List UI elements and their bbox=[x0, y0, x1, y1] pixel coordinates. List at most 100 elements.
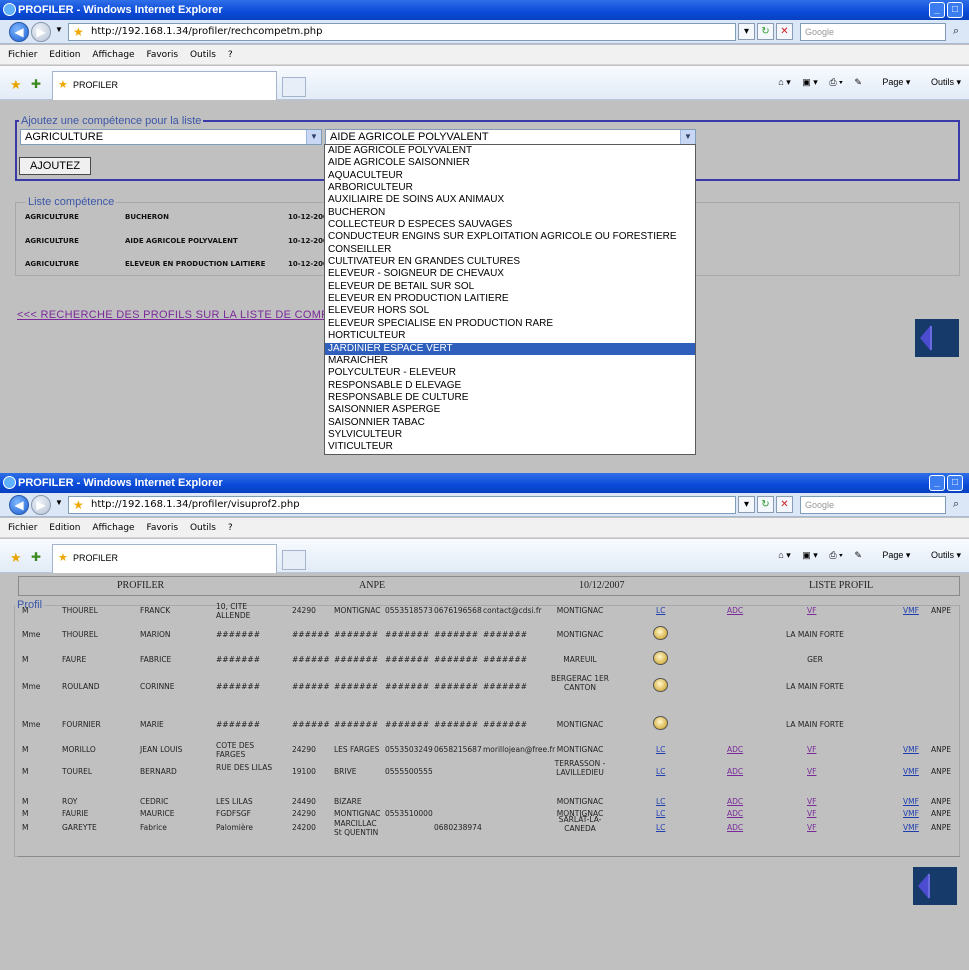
chevron-down-icon[interactable]: ▼ bbox=[306, 130, 321, 144]
dropdown-option[interactable]: AUXILIAIRE DE SOINS AUX ANIMAUX bbox=[325, 194, 695, 206]
tab-profiler[interactable]: ★ PROFILER bbox=[52, 544, 277, 573]
tools-menu[interactable]: Outils ▾ bbox=[922, 77, 961, 87]
dropdown-option[interactable]: HORTICULTEUR bbox=[325, 330, 695, 342]
research-icon[interactable]: ✎ bbox=[854, 77, 862, 87]
new-tab-button[interactable] bbox=[282, 77, 306, 97]
dropdown-option[interactable]: CONSEILLER bbox=[325, 244, 695, 256]
dropdown-option[interactable]: ARBORICULTEUR bbox=[325, 182, 695, 194]
back-arrow-button[interactable] bbox=[915, 319, 959, 357]
vf-link[interactable]: VF bbox=[807, 767, 816, 776]
menu-favoris[interactable]: Favoris bbox=[146, 523, 178, 533]
dropdown-option[interactable]: POLYCULTEUR - ELEVEUR bbox=[325, 367, 695, 379]
dropdown-option[interactable]: BUCHERON bbox=[325, 207, 695, 219]
lc-link[interactable]: LC bbox=[656, 767, 665, 776]
tab-profiler[interactable]: ★ PROFILER bbox=[52, 71, 277, 100]
minimize-button[interactable]: _ bbox=[929, 475, 945, 491]
dropdown-option[interactable]: AIDE AGRICOLE SAISONNIER bbox=[325, 157, 695, 169]
url-dropdown-button[interactable]: ▾ bbox=[738, 23, 755, 40]
vf-link[interactable]: VF bbox=[807, 823, 816, 832]
page-menu[interactable]: Page ▾ bbox=[873, 77, 910, 87]
dropdown-option[interactable]: ELEVEUR DE BETAIL SUR SOL bbox=[325, 281, 695, 293]
menu-edition[interactable]: Edition bbox=[49, 523, 80, 533]
message-icon[interactable] bbox=[653, 651, 668, 665]
vmf-link[interactable]: VMF bbox=[903, 745, 919, 754]
menu-fichier[interactable]: Fichier bbox=[8, 523, 37, 533]
maximize-button[interactable]: □ bbox=[947, 2, 963, 18]
lc-link[interactable]: LC bbox=[656, 745, 665, 754]
print-icon[interactable]: ⎙ ▾ bbox=[829, 77, 842, 87]
back-button[interactable]: ◀ bbox=[9, 495, 29, 515]
vf-link[interactable]: VF bbox=[807, 797, 816, 806]
history-dropdown-icon[interactable]: ▼ bbox=[55, 498, 63, 507]
adc-link[interactable]: ADC bbox=[727, 767, 743, 776]
forward-button[interactable]: ▶ bbox=[31, 495, 51, 515]
adc-link[interactable]: ADC bbox=[727, 797, 743, 806]
vf-link[interactable]: VF bbox=[807, 809, 816, 818]
menu-edition[interactable]: Edition bbox=[49, 50, 80, 60]
maximize-button[interactable]: □ bbox=[947, 475, 963, 491]
vf-link[interactable]: VF bbox=[807, 606, 816, 615]
print-icon[interactable]: ⎙ ▾ bbox=[829, 550, 842, 560]
add-favorites-icon[interactable]: ✚ bbox=[31, 550, 41, 564]
search-icon[interactable]: ⌕ bbox=[953, 25, 959, 38]
dropdown-option[interactable]: MARAICHER bbox=[325, 355, 695, 367]
metier-dropdown-list[interactable]: AIDE AGRICOLE POLYVALENT AIDE AGRICOLE SA… bbox=[324, 144, 696, 455]
feeds-icon[interactable]: ▣ ▾ bbox=[802, 550, 818, 560]
metier-select[interactable]: AIDE AGRICOLE POLYVALENT ▼ bbox=[325, 129, 696, 145]
research-icon[interactable]: ✎ bbox=[854, 550, 862, 560]
dropdown-option[interactable]: VITICULTEUR bbox=[325, 441, 695, 453]
dropdown-option[interactable]: AQUACULTEUR bbox=[325, 170, 695, 182]
menu-help[interactable]: ? bbox=[228, 523, 233, 533]
menu-affichage[interactable]: Affichage bbox=[92, 50, 134, 60]
chevron-down-icon[interactable]: ▼ bbox=[680, 130, 695, 144]
history-dropdown-icon[interactable]: ▼ bbox=[55, 25, 63, 34]
vmf-link[interactable]: VMF bbox=[903, 797, 919, 806]
dropdown-option[interactable]: SYLVICULTEUR bbox=[325, 429, 695, 441]
dropdown-option[interactable]: RESPONSABLE DE CULTURE bbox=[325, 392, 695, 404]
dropdown-option[interactable]: CONDUCTEUR ENGINS SUR EXPLOITATION AGRIC… bbox=[325, 231, 695, 243]
dropdown-option[interactable]: JARDINIER ESPACE VERT bbox=[325, 342, 695, 355]
stop-button[interactable]: ✕ bbox=[776, 23, 793, 40]
home-icon[interactable]: ⌂ ▾ bbox=[778, 550, 790, 560]
feeds-icon[interactable]: ▣ ▾ bbox=[802, 77, 818, 87]
page-menu[interactable]: Page ▾ bbox=[873, 550, 910, 560]
dropdown-option[interactable]: ELEVEUR HORS SOL bbox=[325, 305, 695, 317]
refresh-button[interactable]: ↻ bbox=[757, 23, 774, 40]
lc-link[interactable]: LC bbox=[656, 606, 665, 615]
back-arrow-button[interactable] bbox=[913, 867, 957, 905]
url-field[interactable]: ★ http://192.168.1.34/profiler/visuprof2… bbox=[68, 496, 736, 514]
adc-link[interactable]: ADC bbox=[727, 606, 743, 615]
adc-link[interactable]: ADC bbox=[727, 745, 743, 754]
dropdown-option[interactable]: CULTIVATEUR EN GRANDES CULTURES bbox=[325, 256, 695, 268]
menu-affichage[interactable]: Affichage bbox=[92, 523, 134, 533]
tools-menu[interactable]: Outils ▾ bbox=[922, 550, 961, 560]
vmf-link[interactable]: VMF bbox=[903, 823, 919, 832]
new-tab-button[interactable] bbox=[282, 550, 306, 570]
search-icon[interactable]: ⌕ bbox=[953, 498, 959, 511]
refresh-button[interactable]: ↻ bbox=[757, 496, 774, 513]
search-input[interactable]: Google bbox=[800, 23, 946, 41]
dropdown-option[interactable]: RESPONSABLE D ELEVAGE bbox=[325, 380, 695, 392]
recherche-profils-link[interactable]: <<< RECHERCHE DES PROFILS SUR LA LISTE D… bbox=[17, 309, 325, 321]
home-icon[interactable]: ⌂ ▾ bbox=[778, 77, 790, 87]
dropdown-option[interactable]: SAISONNIER ASPERGE bbox=[325, 404, 695, 416]
vmf-link[interactable]: VMF bbox=[903, 767, 919, 776]
menu-outils[interactable]: Outils bbox=[190, 523, 216, 533]
vf-link[interactable]: VF bbox=[807, 745, 816, 754]
message-icon[interactable] bbox=[653, 678, 668, 692]
url-dropdown-button[interactable]: ▾ bbox=[738, 496, 755, 513]
dropdown-option[interactable]: ELEVEUR SPECIALISE EN PRODUCTION RARE bbox=[325, 318, 695, 330]
dropdown-option[interactable]: ELEVEUR EN PRODUCTION LAITIERE bbox=[325, 293, 695, 305]
menu-help[interactable]: ? bbox=[228, 50, 233, 60]
url-field[interactable]: ★ http://192.168.1.34/profiler/rechcompe… bbox=[68, 23, 736, 41]
lc-link[interactable]: LC bbox=[656, 797, 665, 806]
back-button[interactable]: ◀ bbox=[9, 22, 29, 42]
forward-button[interactable]: ▶ bbox=[31, 22, 51, 42]
search-input[interactable]: Google bbox=[800, 496, 946, 514]
domain-select[interactable]: AGRICULTURE ▼ bbox=[20, 129, 322, 145]
lc-link[interactable]: LC bbox=[656, 823, 665, 832]
favorites-star-icon[interactable]: ★ bbox=[10, 550, 22, 566]
lc-link[interactable]: LC bbox=[656, 809, 665, 818]
menu-fichier[interactable]: Fichier bbox=[8, 50, 37, 60]
message-icon[interactable] bbox=[653, 716, 668, 730]
